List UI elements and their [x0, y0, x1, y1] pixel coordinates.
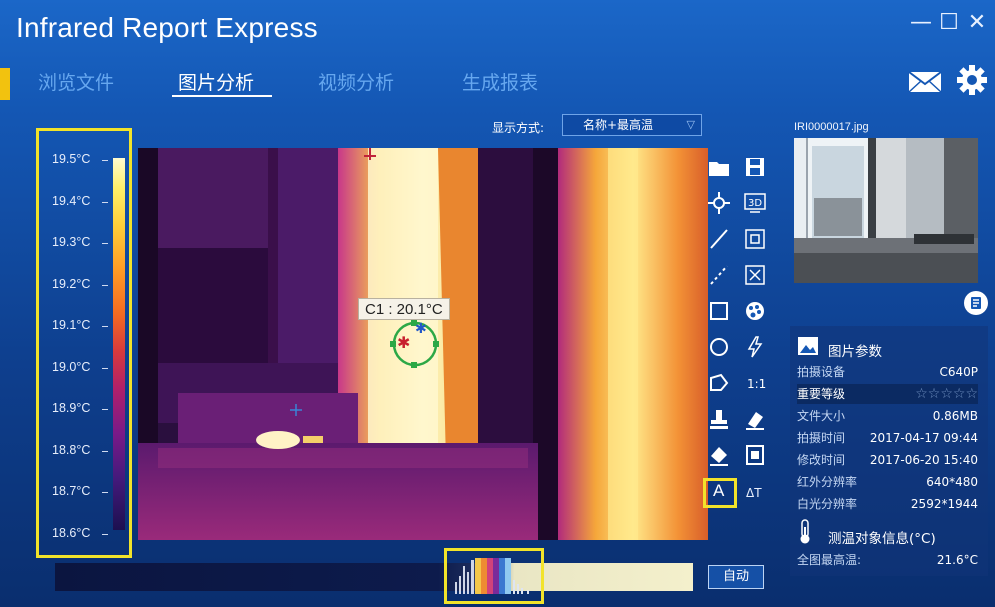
copy-icon[interactable]: [742, 226, 768, 252]
param-key: 重要等级: [797, 387, 846, 401]
fill-icon[interactable]: [706, 442, 732, 468]
thermal-scene: ✱ ✱: [138, 148, 708, 540]
scale-tick-mark: [102, 326, 108, 327]
max-temp-key: 全图最高温:: [797, 553, 862, 567]
level-tool-icon[interactable]: [706, 406, 732, 432]
scale-tick-mark: [102, 243, 108, 244]
circle-icon[interactable]: [706, 334, 732, 360]
param-key: 红外分辨率: [797, 475, 858, 489]
active-tab-underline: [172, 95, 272, 97]
svg-text:1:1: 1:1: [747, 377, 766, 391]
tab-image-analysis[interactable]: 图片分析: [178, 68, 254, 95]
crosshair-point-icon[interactable]: [706, 190, 732, 216]
export-icon[interactable]: [742, 442, 768, 468]
scale-tick-label: 18.9°C: [52, 401, 91, 415]
param-key: 白光分辨率: [797, 497, 858, 511]
palette-icon[interactable]: [742, 298, 768, 324]
c1-temperature-label[interactable]: C1 : 20.1°C: [358, 298, 450, 320]
auto-button[interactable]: 自动: [708, 565, 764, 589]
max-temp-row: 全图最高温: 21.6°C: [797, 550, 978, 570]
gear-icon[interactable]: [956, 64, 988, 96]
clear-icon[interactable]: [742, 262, 768, 288]
param-value: 2592*1944: [910, 497, 978, 511]
param-row-device: 拍摄设备 C640P: [797, 362, 978, 382]
display-mode-select[interactable]: 名称+最高温 ▽: [562, 114, 702, 136]
param-row-visible-resolution: 白光分辨率 2592*1944: [797, 494, 978, 514]
scale-tick-mark: [102, 160, 108, 161]
scale-tick-label: 19.4°C: [52, 193, 91, 208]
scale-tick-label: 19.3°C: [52, 235, 91, 249]
notes-icon[interactable]: [963, 290, 989, 316]
scale-tick-label: 18.7°C: [52, 484, 91, 498]
svg-text:✱: ✱: [397, 333, 410, 352]
delta-t-button[interactable]: ΔT: [746, 486, 762, 500]
mail-icon[interactable]: [908, 70, 942, 94]
param-value: 2017-04-17 09:44: [869, 431, 978, 445]
eraser-icon[interactable]: [742, 406, 768, 432]
visible-light-preview[interactable]: [794, 138, 978, 283]
temp-object-title: 测温对象信息(°C): [828, 531, 936, 547]
param-row-importance[interactable]: 重要等级 ☆☆☆☆☆: [797, 384, 978, 404]
rectangle-icon[interactable]: [706, 298, 732, 324]
param-key: 拍摄时间: [797, 431, 846, 445]
tab-browse-files[interactable]: 浏览文件: [38, 68, 114, 95]
scale-tick-label: 19.1°C: [52, 318, 91, 332]
svg-text:✱: ✱: [415, 321, 427, 337]
param-key: 文件大小: [797, 409, 846, 423]
importance-stars[interactable]: ☆☆☆☆☆: [915, 384, 978, 404]
open-folder-icon[interactable]: [706, 154, 732, 180]
display-mode-value: 名称+最高温: [583, 118, 654, 132]
image-params-title: 图片参数: [828, 344, 882, 360]
scale-tick-label: 19.0°C: [52, 359, 91, 374]
palette-color-bar[interactable]: [113, 158, 125, 530]
nav-accent-bar: [0, 68, 10, 100]
scale-tick-mark: [102, 367, 108, 369]
display-mode-label: 显示方式:: [492, 121, 545, 135]
histogram-bar[interactable]: [55, 563, 693, 591]
line-icon[interactable]: [706, 226, 732, 252]
scale-tick-mark: [102, 409, 108, 410]
param-value: C640P: [939, 365, 978, 379]
close-button[interactable]: ✕: [964, 10, 990, 36]
scale-tick-label: 19.5°C: [52, 152, 91, 166]
scale-tick-mark: [102, 533, 108, 535]
3d-view-icon[interactable]: 3D: [742, 190, 768, 216]
param-value: 640*480: [926, 475, 978, 489]
param-row-modified-time: 修改时间 2017-06-20 15:40: [797, 450, 978, 470]
param-row-ir-resolution: 红外分辨率 640*480: [797, 472, 978, 492]
tab-video-analysis[interactable]: 视频分析: [318, 68, 394, 95]
scale-tick-mark: [102, 450, 108, 452]
scale-tick-label: 19.2°C: [52, 276, 91, 291]
scale-tick-label: 18.6°C: [52, 525, 91, 540]
save-icon[interactable]: [742, 154, 768, 180]
filename-label: IRI0000017.jpg: [794, 121, 869, 133]
histogram-highlight: [444, 548, 544, 604]
param-key: 修改时间: [797, 453, 846, 467]
scale-tick-mark: [102, 201, 108, 203]
maximize-button[interactable]: ☐: [936, 10, 962, 36]
chevron-down-icon: ▽: [686, 118, 695, 131]
scale-tick-label: 18.8°C: [52, 442, 91, 457]
minimize-button[interactable]: —: [908, 10, 934, 36]
svg-text:3D: 3D: [748, 198, 762, 209]
param-row-capture-time: 拍摄时间 2017-04-17 09:44: [797, 428, 978, 448]
lightning-icon[interactable]: [742, 334, 768, 360]
thermal-image[interactable]: ✱ ✱: [138, 148, 708, 540]
image-params-icon: [797, 336, 819, 356]
tab-generate-report[interactable]: 生成报表: [462, 68, 538, 95]
scale-tick-mark: [102, 492, 108, 493]
thermometer-icon: [798, 519, 812, 545]
polygon-icon[interactable]: [706, 370, 732, 396]
dashed-line-icon[interactable]: [706, 262, 732, 288]
param-key: 拍摄设备: [797, 365, 846, 379]
app-title: Infrared Report Express: [16, 12, 318, 43]
max-temp-value: 21.6°C: [936, 553, 978, 567]
param-row-file-size: 文件大小 0.86MB: [797, 406, 978, 426]
text-tool-button[interactable]: A: [713, 481, 724, 501]
param-value: 0.86MB: [932, 409, 978, 423]
param-value: 2017-06-20 15:40: [869, 453, 978, 467]
scale-tick-mark: [102, 284, 108, 286]
ratio-icon[interactable]: 1:1: [742, 370, 768, 396]
